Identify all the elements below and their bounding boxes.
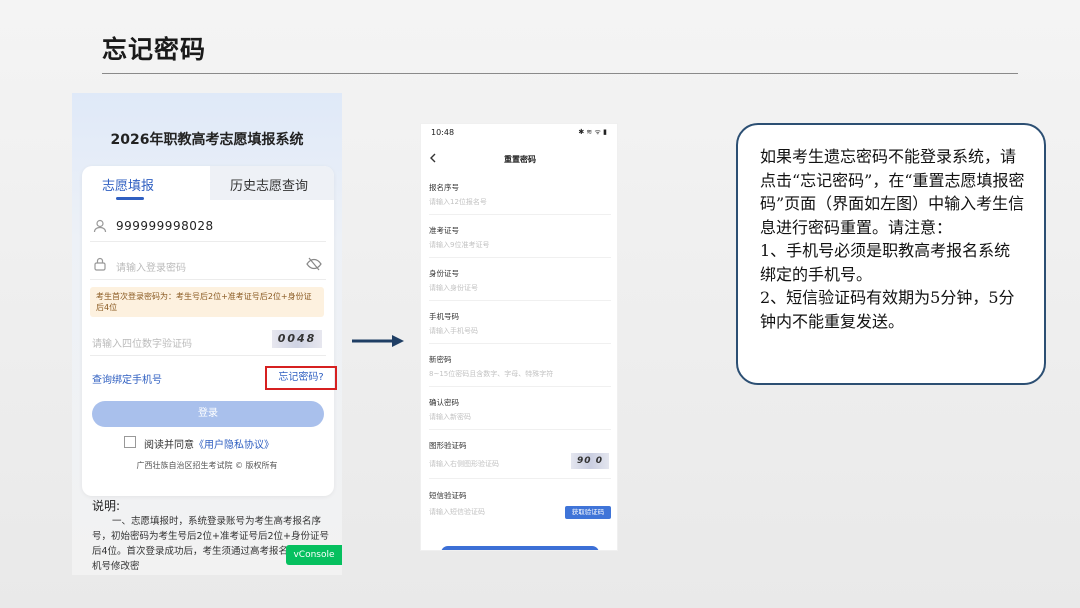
divider: [429, 257, 611, 258]
agree-prefix: 阅读并同意: [144, 440, 194, 451]
lock-icon: [92, 257, 108, 273]
instruction-text: 如果考生遗忘密码不能登录系统，请点击“忘记密码”，在“重置志愿填报密码”页面（界…: [760, 147, 1025, 331]
screen-title: 重置密码: [504, 155, 536, 164]
agree-text: 阅读并同意《用户隐私协议》: [144, 436, 274, 451]
password-input[interactable]: 请输入登录密码: [116, 259, 186, 274]
copyright: 广西壮族自治区招生考试院 © 版权所有: [136, 461, 278, 470]
instruction-box: 如果考生遗忘密码不能登录系统，请点击“忘记密码”，在“重置志愿填报密码”页面（界…: [736, 123, 1046, 385]
field-label: 短信验证码: [429, 491, 467, 500]
field-label: 新密码: [429, 355, 452, 364]
tab-history-query[interactable]: 历史志愿查询: [230, 175, 308, 194]
status-time: 10:48: [431, 128, 455, 137]
tab-active-indicator: [116, 197, 144, 200]
admission-ticket-input[interactable]: 请输入9位准考证号: [429, 240, 489, 250]
new-password-input[interactable]: 8~15位密码且含数字、字母、特殊字符: [429, 369, 553, 379]
explain-body: 一、志愿填报时，系统登录账号为考生高考报名序号，初始密码为考生号后2位+准考证号…: [92, 516, 336, 572]
tab-volunteer-fill[interactable]: 志愿填报: [102, 175, 154, 194]
reset-password-screen: 10:48 ✱ ≋ ᯤ ▮ 重置密码 报名序号 请输入12位报名号 准考证号 请…: [420, 123, 618, 551]
title-divider: [102, 73, 1018, 74]
forgot-password-link[interactable]: 忘记密码?: [265, 366, 337, 390]
user-icon: [92, 219, 108, 235]
field-label: 手机号码: [429, 312, 459, 321]
graphic-captcha-image[interactable]: 90 0: [571, 453, 609, 469]
status-icons: ✱ ≋ ᯤ ▮: [578, 128, 607, 136]
divider: [90, 355, 326, 356]
login-screen: 2026年职教高考志愿填报系统 志愿填报 历史志愿查询 999999998028…: [72, 93, 342, 575]
field-label: 确认密码: [429, 398, 459, 407]
captcha-input[interactable]: 请输入四位数字验证码: [92, 335, 192, 350]
divider: [429, 214, 611, 215]
arrow-right-icon: [352, 335, 404, 347]
registration-number-input[interactable]: 请输入12位报名号: [429, 197, 487, 207]
divider: [429, 478, 611, 479]
first-login-notice: 考生首次登录密码为：考生号后2位+准考证号后2位+身份证后4位: [90, 287, 324, 317]
field-label: 报名序号: [429, 183, 459, 192]
captcha-image[interactable]: 0048: [272, 330, 322, 348]
divider: [429, 386, 611, 387]
eye-off-icon[interactable]: [306, 257, 322, 275]
slide-title: 忘记密码: [102, 35, 207, 64]
agree-checkbox[interactable]: [124, 436, 136, 448]
divider: [429, 300, 611, 301]
account-input[interactable]: 999999998028: [116, 219, 214, 233]
divider: [429, 429, 611, 430]
privacy-agreement-link[interactable]: 《用户隐私协议》: [194, 440, 274, 451]
field-label: 图形验证码: [429, 441, 467, 450]
id-number-input[interactable]: 请输入身份证号: [429, 283, 478, 293]
login-button[interactable]: 登录: [92, 401, 324, 427]
vconsole-button[interactable]: vConsole: [286, 545, 342, 565]
divider: [429, 343, 611, 344]
graphic-captcha-input[interactable]: 请输入右侧图形验证码: [429, 459, 499, 469]
divider: [90, 241, 326, 242]
submit-button[interactable]: [441, 546, 599, 550]
query-bound-phone-link[interactable]: 查询绑定手机号: [92, 371, 162, 386]
system-title: 2026年职教高考志愿填报系统: [110, 132, 304, 148]
confirm-password-input[interactable]: 请输入新密码: [429, 412, 471, 422]
divider: [90, 279, 326, 280]
field-label: 身份证号: [429, 269, 459, 278]
field-label: 准考证号: [429, 226, 459, 235]
phone-number-input[interactable]: 请输入手机号码: [429, 326, 478, 336]
explain-title: 说明:: [92, 499, 121, 513]
get-sms-code-button[interactable]: 获取验证码: [565, 506, 611, 519]
sms-code-input[interactable]: 请输入短信验证码: [429, 507, 485, 517]
